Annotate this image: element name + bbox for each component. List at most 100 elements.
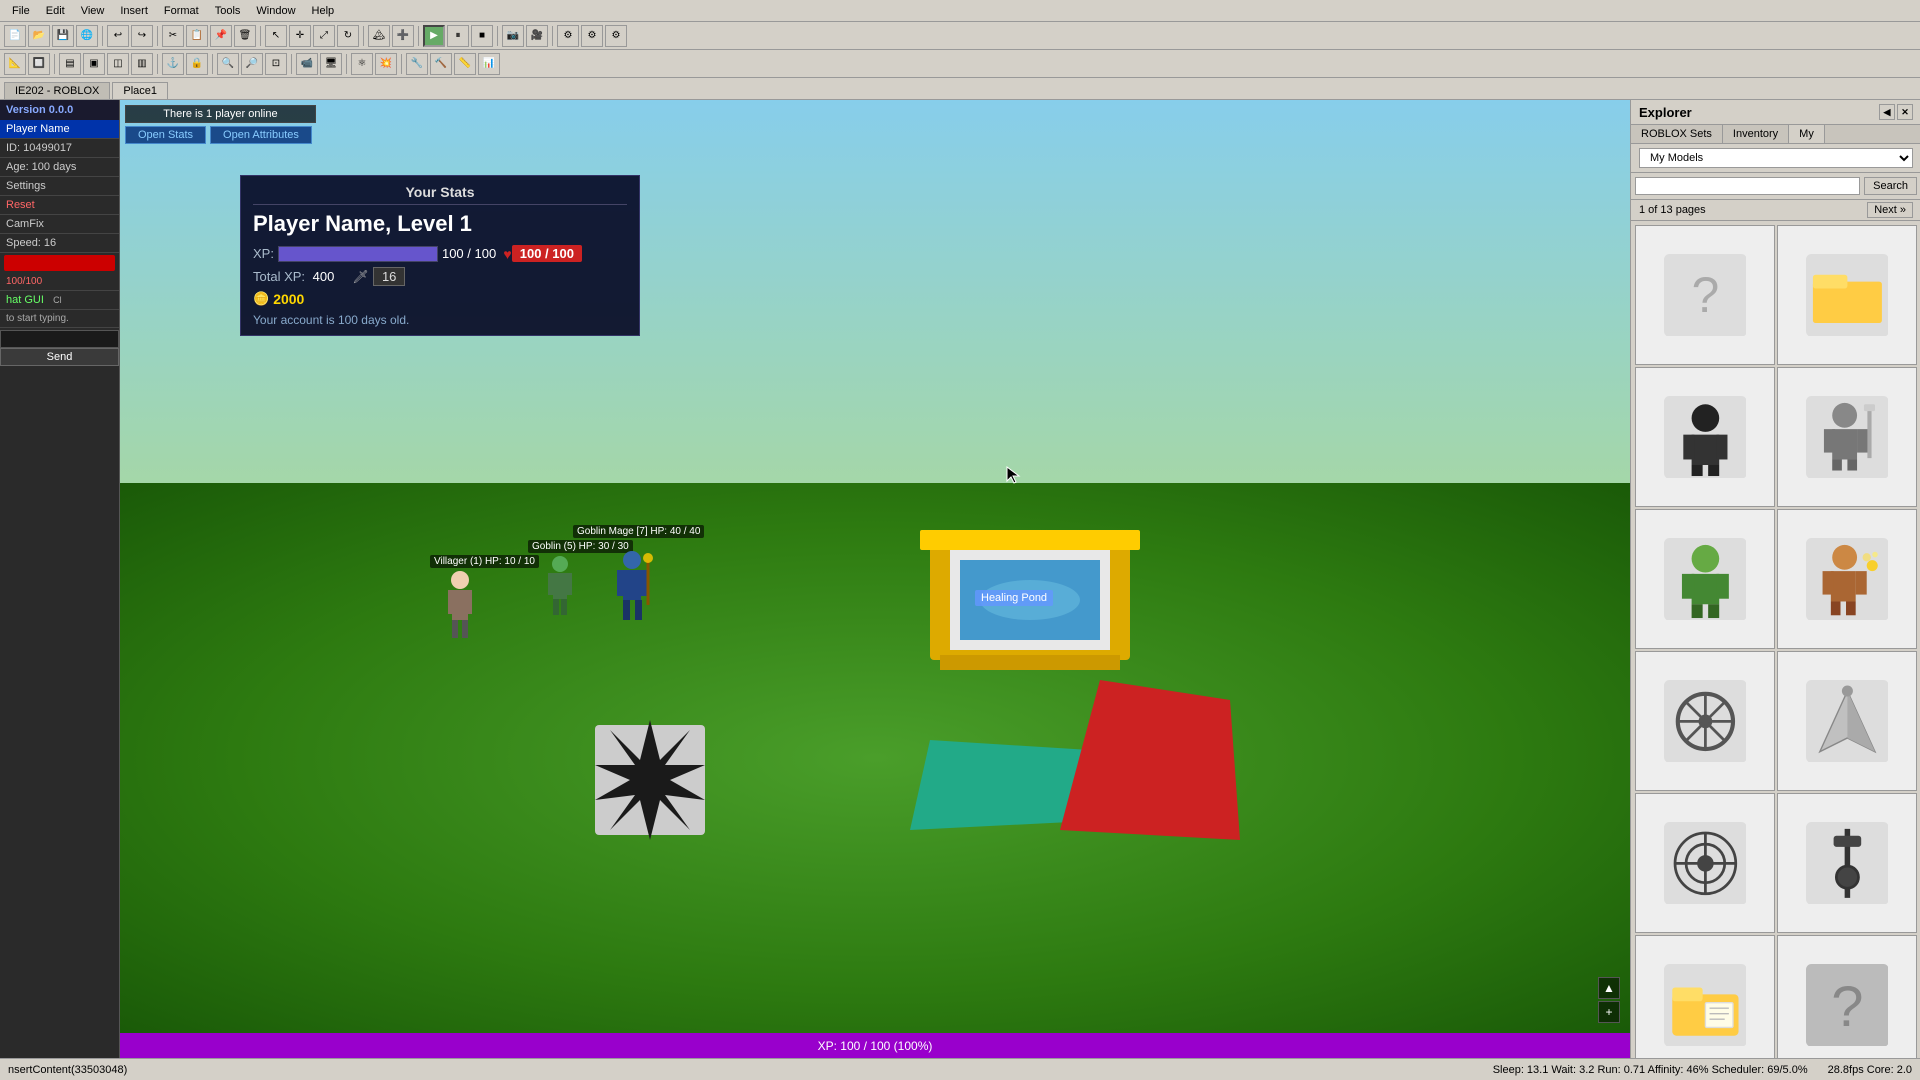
- tb2-grid1[interactable]: ▤: [59, 53, 81, 75]
- settings-item[interactable]: Settings: [0, 177, 119, 196]
- reset-item[interactable]: Reset: [0, 196, 119, 215]
- tb-settings1[interactable]: ⚙: [557, 25, 579, 47]
- tb2-lock[interactable]: 🔒: [186, 53, 208, 75]
- tb2-more3[interactable]: 📏: [454, 53, 476, 75]
- scroll-right-arrow[interactable]: +: [1598, 1001, 1620, 1023]
- camfix-item[interactable]: CamFix: [0, 215, 119, 234]
- chat-hint-item: to start typing.: [0, 310, 119, 328]
- menu-format[interactable]: Format: [156, 3, 207, 19]
- tb-redo[interactable]: ↪: [131, 25, 153, 47]
- tb-save[interactable]: 💾: [52, 25, 74, 47]
- tb-scale[interactable]: ⤢: [313, 25, 335, 47]
- menu-help[interactable]: Help: [304, 3, 343, 19]
- tb-delete[interactable]: 🗑: [234, 25, 256, 47]
- menu-view[interactable]: View: [73, 3, 113, 19]
- model-thumb-10[interactable]: [1777, 793, 1917, 933]
- models-dropdown[interactable]: My Models: [1639, 148, 1913, 168]
- model-thumb-8[interactable]: [1777, 651, 1917, 791]
- explorer-pin[interactable]: ◀: [1879, 104, 1895, 120]
- chat-gui-item: hat GUI Cl: [0, 291, 119, 310]
- model-thumb-11[interactable]: [1635, 935, 1775, 1058]
- model-thumb-5[interactable]: [1635, 509, 1775, 649]
- explorer-close[interactable]: ✕: [1897, 104, 1913, 120]
- tb-select[interactable]: ↖: [265, 25, 287, 47]
- chat-input[interactable]: [0, 330, 119, 348]
- tb-settings3[interactable]: ⚙: [605, 25, 627, 47]
- tb2-zoom-in[interactable]: 🔍: [217, 53, 239, 75]
- open-stats-button[interactable]: Open Stats: [125, 126, 206, 144]
- next-page-button[interactable]: Next »: [1867, 202, 1913, 218]
- online-message: There is 1 player online: [125, 105, 316, 123]
- xp-bar-bg: [278, 246, 438, 262]
- tb2-render[interactable]: 🖥: [320, 53, 342, 75]
- heart-icon: ♥: [503, 246, 511, 262]
- tb-stop[interactable]: ■: [471, 25, 493, 47]
- player-status-top: There is 1 player online Open Stats Open…: [125, 105, 316, 144]
- version-label: Version 0.0.0: [0, 100, 119, 120]
- villager-char: [440, 570, 480, 643]
- model-thumb-7[interactable]: [1635, 651, 1775, 791]
- tab-place[interactable]: Place1: [112, 82, 168, 99]
- menu-tools[interactable]: Tools: [207, 3, 249, 19]
- tb-screenshot[interactable]: 📷: [502, 25, 524, 47]
- models-search-input[interactable]: [1635, 177, 1860, 195]
- tb2-physics1[interactable]: ⚛: [351, 53, 373, 75]
- hp-fill: [4, 255, 115, 271]
- tb-pause[interactable]: ⏸: [447, 25, 469, 47]
- tab-my[interactable]: My: [1789, 125, 1825, 143]
- tb2-more2[interactable]: 🔨: [430, 53, 452, 75]
- tb-rotate[interactable]: ↻: [337, 25, 359, 47]
- tb2-grid3[interactable]: ◫: [107, 53, 129, 75]
- menu-file[interactable]: File: [4, 3, 38, 19]
- models-search: Search: [1631, 173, 1920, 200]
- scroll-up-arrow[interactable]: ▲: [1598, 977, 1620, 999]
- xp-bar-fill: [279, 247, 437, 261]
- tb-paste[interactable]: 📌: [210, 25, 232, 47]
- tb2-camera[interactable]: 📹: [296, 53, 318, 75]
- tb2-more1[interactable]: 🔧: [406, 53, 428, 75]
- tb2-frame[interactable]: ⊡: [265, 53, 287, 75]
- tb2-snap1[interactable]: 📐: [4, 53, 26, 75]
- model-thumb-3[interactable]: [1635, 367, 1775, 507]
- tb-open[interactable]: 📂: [28, 25, 50, 47]
- send-button[interactable]: Send: [0, 348, 119, 366]
- tb-copy[interactable]: 📋: [186, 25, 208, 47]
- game-viewport[interactable]: There is 1 player online Open Stats Open…: [120, 100, 1630, 1058]
- menu-edit[interactable]: Edit: [38, 3, 73, 19]
- tb2-physics2[interactable]: 💥: [375, 53, 397, 75]
- tb-insert[interactable]: ➕: [392, 25, 414, 47]
- tb2-grid4[interactable]: ▥: [131, 53, 153, 75]
- menu-window[interactable]: Window: [248, 3, 303, 19]
- xp-label: XP:: [253, 246, 274, 261]
- menu-insert[interactable]: Insert: [112, 3, 156, 19]
- tab-inventory[interactable]: Inventory: [1723, 125, 1789, 143]
- tb-video[interactable]: 🎥: [526, 25, 548, 47]
- model-thumb-2[interactable]: [1777, 225, 1917, 365]
- tb-move[interactable]: ✛: [289, 25, 311, 47]
- model-thumb-4[interactable]: [1777, 367, 1917, 507]
- menu-bar: File Edit View Insert Format Tools Windo…: [0, 0, 1920, 22]
- model-thumb-6[interactable]: [1777, 509, 1917, 649]
- tb2-more4[interactable]: 📊: [478, 53, 500, 75]
- models-search-button[interactable]: Search: [1864, 177, 1917, 195]
- models-pagination: 1 of 13 pages Next »: [1631, 200, 1920, 221]
- open-attributes-button[interactable]: Open Attributes: [210, 126, 312, 144]
- tb-settings2[interactable]: ⚙: [581, 25, 603, 47]
- tb-play[interactable]: ▶: [423, 25, 445, 47]
- model-thumb-12[interactable]: ?: [1777, 935, 1917, 1058]
- tb2-anchor[interactable]: ⚓: [162, 53, 184, 75]
- tb2-snap2[interactable]: 🔲: [28, 53, 50, 75]
- tb2-grid2[interactable]: ▣: [83, 53, 105, 75]
- tb2-zoom-out[interactable]: 🔎: [241, 53, 263, 75]
- insert-content-status: nsertContent(33503048): [8, 1064, 127, 1076]
- tb-cut[interactable]: ✂: [162, 25, 184, 47]
- model-thumb-1[interactable]: ?: [1635, 225, 1775, 365]
- tb-terrain[interactable]: 🏔: [368, 25, 390, 47]
- tb-publish[interactable]: 🌐: [76, 25, 98, 47]
- tb-new[interactable]: 📄: [4, 25, 26, 47]
- tab-roblox-sets[interactable]: ROBLOX Sets: [1631, 125, 1723, 143]
- tb-undo[interactable]: ↩: [107, 25, 129, 47]
- tab-game[interactable]: IE202 - ROBLOX: [4, 82, 110, 99]
- toolbar1: 📄 📂 💾 🌐 ↩ ↪ ✂ 📋 📌 🗑 ↖ ✛ ⤢ ↻ 🏔 ➕ ▶ ⏸ ■ 📷 …: [0, 22, 1920, 50]
- model-thumb-9[interactable]: [1635, 793, 1775, 933]
